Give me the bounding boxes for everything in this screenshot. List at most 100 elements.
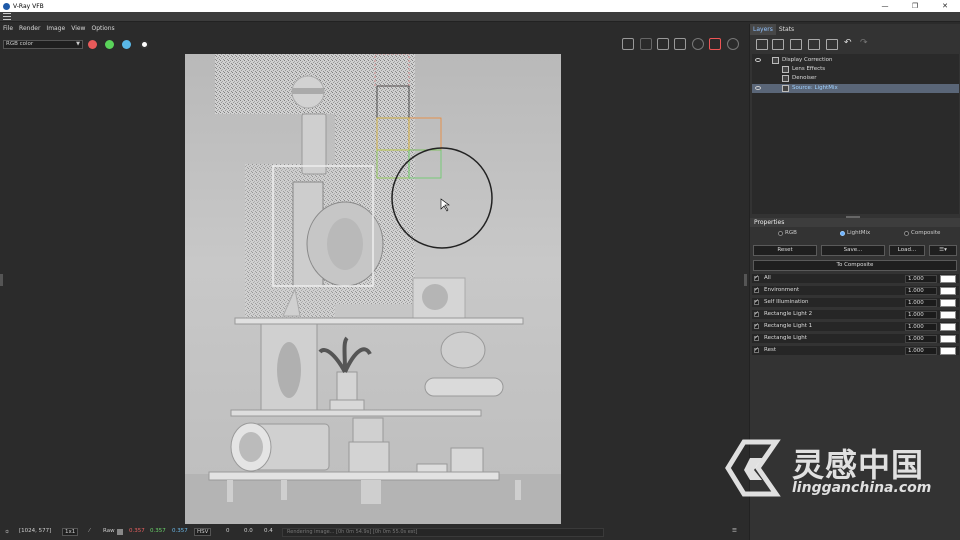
light-name: Rest — [764, 347, 776, 353]
light-color-swatch[interactable] — [940, 275, 956, 283]
log-icon[interactable]: ☰ — [732, 528, 737, 534]
undo-icon[interactable]: ↶ — [844, 38, 852, 48]
menu-file[interactable]: File — [0, 23, 16, 35]
save-layers-icon[interactable] — [790, 39, 802, 50]
lightmix-row-rest: Rest 1.000 — [752, 346, 959, 356]
zoom-select[interactable]: 1x1 — [62, 528, 79, 536]
light-name: All — [764, 275, 771, 281]
eye-icon[interactable] — [755, 86, 761, 90]
tab-stats[interactable]: Stats — [776, 24, 797, 35]
saturation-value: 0.0 — [244, 528, 253, 534]
list-icon: ☰▾ — [939, 247, 947, 253]
light-color-swatch[interactable] — [940, 335, 956, 343]
tab-layers[interactable]: Layers — [750, 24, 776, 35]
light-checkbox[interactable] — [754, 298, 759, 305]
layer-source-lightmix[interactable]: Source: LightMix — [752, 84, 959, 93]
lens-effects-icon — [782, 66, 789, 73]
light-value-input[interactable]: 1.000 — [905, 287, 937, 295]
light-name: Rectangle Light 2 — [764, 311, 813, 317]
window-controls: — ❐ ✕ — [870, 0, 960, 12]
light-checkbox[interactable] — [754, 334, 759, 341]
render-icon[interactable] — [709, 38, 721, 50]
render-viewport[interactable] — [185, 54, 561, 524]
color-mode-select[interactable]: HSV — [194, 528, 212, 536]
options-menu-button[interactable]: ☰▾ — [929, 245, 957, 256]
minimize-icon[interactable]: — — [870, 0, 900, 12]
light-checkbox[interactable] — [754, 346, 759, 353]
red-value: 0.357 — [129, 528, 145, 534]
hue-value: 0 — [226, 528, 230, 534]
light-color-swatch[interactable] — [940, 299, 956, 307]
hamburger-menu-icon[interactable] — [3, 13, 11, 20]
clear-image-icon[interactable] — [640, 38, 652, 50]
channel-select[interactable]: RGB color ▼ — [3, 40, 83, 49]
denoiser-icon — [782, 75, 789, 82]
light-color-swatch[interactable] — [940, 347, 956, 355]
redo-icon[interactable]: ↷ — [860, 38, 868, 48]
value-value: 0.4 — [264, 528, 273, 534]
green-channel-button[interactable] — [105, 40, 114, 49]
light-checkbox[interactable] — [754, 322, 759, 329]
to-composite-button[interactable]: To Composite — [753, 260, 957, 271]
layers-list: Display Correction Lens Effects Denoiser… — [752, 54, 959, 214]
menu-image[interactable]: Image — [43, 23, 68, 35]
channel-select-value: RGB color — [6, 41, 34, 47]
light-name: Rectangle Light — [764, 335, 807, 341]
source-icon — [782, 85, 789, 92]
light-name: Self Illumination — [764, 299, 809, 305]
lightmix-row-self-illumination: Self Illumination 1.000 — [752, 298, 959, 308]
color-picker-icon[interactable]: ⁄ — [89, 528, 90, 534]
raw-checkbox[interactable] — [117, 529, 123, 535]
light-name: Environment — [764, 287, 800, 293]
left-panel-grip[interactable] — [0, 274, 3, 286]
menu-view[interactable]: View — [68, 23, 88, 35]
layer-lens-effects[interactable]: Lens Effects — [752, 65, 959, 74]
red-channel-button[interactable] — [88, 40, 97, 49]
menu-options[interactable]: Options — [88, 23, 117, 35]
pixel-info-icon[interactable]: ⯐ — [5, 528, 9, 537]
menu-render[interactable]: Render — [16, 23, 43, 35]
region-render-icon[interactable] — [657, 38, 669, 50]
watermark-logo-icon — [725, 439, 781, 497]
restore-icon[interactable]: ❐ — [900, 0, 930, 12]
track-mouse-icon[interactable] — [674, 38, 686, 50]
remove-layer-icon[interactable] — [772, 39, 784, 50]
layer-label: Display Correction — [782, 57, 833, 63]
radio-lightmix[interactable]: LightMix — [840, 230, 870, 236]
light-value-input[interactable]: 1.000 — [905, 323, 937, 331]
light-checkbox[interactable] — [754, 310, 759, 317]
light-value-input[interactable]: 1.000 — [905, 335, 937, 343]
layer-denoiser[interactable]: Denoiser — [752, 74, 959, 83]
radio-rgb[interactable]: RGB — [778, 230, 797, 236]
load-button[interactable]: Load... — [889, 245, 925, 256]
save-image-icon[interactable] — [622, 38, 634, 50]
light-value-input[interactable]: 1.000 — [905, 347, 937, 355]
window-title: V-Ray VFB — [13, 2, 44, 10]
blue-channel-button[interactable] — [122, 40, 131, 49]
layer-display-correction[interactable]: Display Correction — [752, 56, 959, 65]
stop-render-icon[interactable] — [727, 38, 739, 50]
add-layer-icon[interactable] — [756, 39, 768, 50]
radio-composite[interactable]: Composite — [904, 230, 940, 236]
light-checkbox[interactable] — [754, 274, 759, 281]
light-value-input[interactable]: 1.000 — [905, 311, 937, 319]
main-menu: File Render Image View Options — [0, 23, 118, 35]
alpha-channel-button[interactable] — [140, 40, 149, 49]
reset-button[interactable]: Reset — [753, 245, 817, 256]
layer-list-icon[interactable] — [826, 39, 838, 50]
right-panel-grip[interactable] — [744, 274, 747, 286]
light-color-swatch[interactable] — [940, 323, 956, 331]
save-button[interactable]: Save... — [821, 245, 885, 256]
load-layers-icon[interactable] — [808, 39, 820, 50]
light-value-input[interactable]: 1.000 — [905, 275, 937, 283]
properties-header: Properties — [750, 218, 960, 227]
eye-icon[interactable] — [755, 58, 761, 62]
light-value-input[interactable]: 1.000 — [905, 299, 937, 307]
pixel-coordinates: [1024, 577] — [19, 528, 52, 534]
light-checkbox[interactable] — [754, 286, 759, 293]
light-color-swatch[interactable] — [940, 311, 956, 319]
close-icon[interactable]: ✕ — [930, 0, 960, 12]
light-color-swatch[interactable] — [940, 287, 956, 295]
layer-toolbar: ↶ ↷ — [750, 36, 960, 54]
interactive-render-icon[interactable] — [692, 38, 704, 50]
